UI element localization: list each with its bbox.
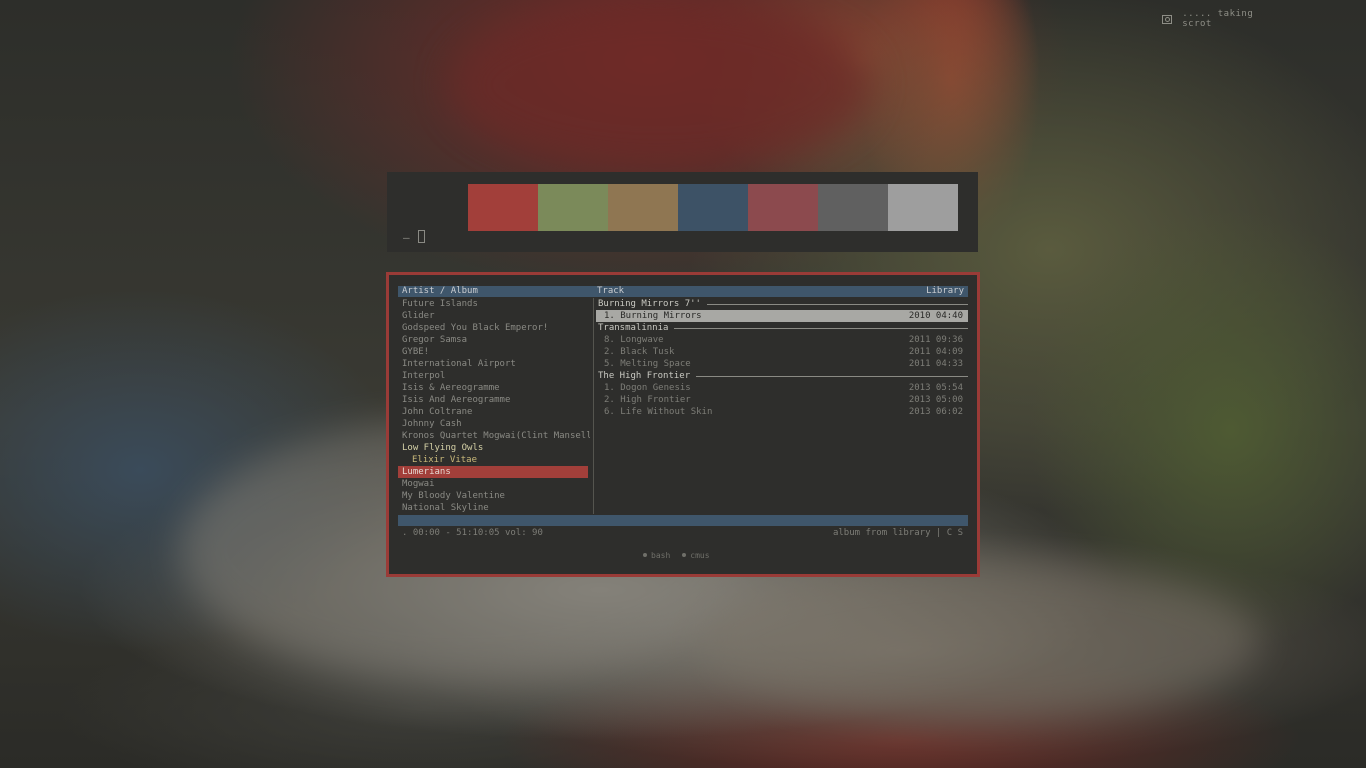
album-rule <box>707 304 968 305</box>
track-meta: 2011 04:33 <box>908 359 963 369</box>
camera-icon <box>1162 14 1173 24</box>
color-swatch <box>538 184 608 231</box>
artist-item[interactable]: Lumerians <box>398 466 588 478</box>
album-rule <box>674 328 968 329</box>
tmux-tab[interactable]: bash <box>643 551 670 560</box>
cursor-icon <box>417 230 425 243</box>
track-row[interactable]: 8. Longwave 2011 09:36 <box>596 334 968 346</box>
tab-label: bash <box>651 551 671 560</box>
album-title: Burning Mirrors 7'' <box>598 299 701 309</box>
album-header: Burning Mirrors 7'' <box>596 298 968 310</box>
artist-item[interactable]: Johnny Cash <box>398 418 590 430</box>
artist-item[interactable]: Isis & Aereogramme <box>398 382 590 394</box>
pane-divider <box>593 298 594 514</box>
tab-label: cmus <box>690 551 710 560</box>
artist-item[interactable]: National Skyline <box>398 502 590 514</box>
track-title: 1. Dogon Genesis <box>604 383 691 393</box>
artist-item[interactable]: Mogwai <box>398 478 590 490</box>
track-row[interactable]: 1. Burning Mirrors 2010 04:40 <box>596 310 968 322</box>
track-meta: 2011 04:09 <box>908 347 963 357</box>
track-row[interactable]: 2. High Frontier 2013 05:00 <box>596 394 968 406</box>
track-meta: 2013 06:02 <box>908 407 963 417</box>
color-swatch <box>468 184 538 231</box>
track-row[interactable]: 2. Black Tusk 2011 04:09 <box>596 346 968 358</box>
artist-item[interactable]: GYBE! <box>398 346 590 358</box>
artist-item[interactable]: International Airport <box>398 358 590 370</box>
wallpaper-blur-shape <box>450 0 870 170</box>
notification-text: ..... taking scrot <box>1182 9 1254 29</box>
album-rule <box>696 376 968 377</box>
artist-item[interactable]: Gregor Samsa <box>398 334 590 346</box>
album-header: Transmalinnia <box>596 322 968 334</box>
wallpaper-blur-shape <box>700 560 1260 720</box>
artist-item[interactable]: Glider <box>398 310 590 322</box>
track-row[interactable]: 6. Life Without Skin 2013 06:02 <box>596 406 968 418</box>
artist-item[interactable]: Low Flying Owls <box>398 442 590 454</box>
artist-item[interactable]: John Coltrane <box>398 406 590 418</box>
album-title: Transmalinnia <box>598 323 669 333</box>
color-swatch <box>888 184 958 231</box>
terminal-color-palette: — <box>387 172 978 252</box>
album-title: The High Frontier <box>598 371 691 381</box>
dot-icon <box>643 553 647 557</box>
prompt-text: — <box>403 231 410 244</box>
color-swatch <box>678 184 748 231</box>
track-title: 8. Longwave <box>604 335 664 345</box>
artist-album-header: Artist / Album <box>402 286 478 296</box>
color-swatch <box>818 184 888 231</box>
artist-item[interactable]: Kronos Quartet Mogwai(Clint Mansell <box>398 430 590 442</box>
track-title: 1. Burning Mirrors <box>604 311 702 321</box>
track-title: 5. Melting Space <box>604 359 691 369</box>
track-meta: 2013 05:54 <box>908 383 963 393</box>
dot-icon <box>682 553 687 557</box>
playback-status: . 00:00 - 51:10:05 vol: 90 <box>402 528 543 538</box>
tmux-tabs: bash cmus <box>643 551 710 560</box>
shell-prompt[interactable]: — <box>403 230 425 244</box>
color-swatches <box>468 184 958 231</box>
artist-item[interactable]: Interpol <box>398 370 590 382</box>
column-header-bar: Artist / Album Track Library <box>398 286 968 297</box>
screenshot-notification: ..... taking scrot <box>1162 9 1280 29</box>
track-title: 2. Black Tusk <box>604 347 675 357</box>
artist-item[interactable]: Isis And Aereogramme <box>398 394 590 406</box>
track-header: Track <box>597 286 625 296</box>
track-meta: 2011 09:36 <box>908 335 963 345</box>
album-header: The High Frontier <box>596 370 968 382</box>
track-row[interactable]: 5. Melting Space 2011 04:33 <box>596 358 968 370</box>
artist-item[interactable]: Godspeed You Black Emperor! <box>398 322 590 334</box>
track-list[interactable]: Burning Mirrors 7'' 1. Burning Mirrors 201… <box>596 298 968 418</box>
album-item[interactable]: Elixir Vitae <box>398 454 590 466</box>
mode-status: album from library | C S <box>832 528 963 538</box>
cmus-window[interactable]: Artist / Album Track Library Future Isla… <box>386 272 980 577</box>
track-meta: 2010 04:40 <box>908 311 963 321</box>
status-line: . 00:00 - 51:10:05 vol: 90 album from li… <box>398 527 968 539</box>
track-title: 6. Life Without Skin <box>604 407 713 417</box>
artist-item[interactable]: My Bloody Valentine <box>398 490 590 502</box>
color-swatch <box>748 184 818 231</box>
artist-item[interactable]: Future Islands <box>398 298 590 310</box>
artist-list[interactable]: Future Islands Glider Godspeed You Black E… <box>398 298 590 514</box>
tmux-tab[interactable]: cmus <box>682 551 710 560</box>
view-name: Library <box>926 286 964 296</box>
track-row[interactable]: 1. Dogon Genesis 2013 05:54 <box>596 382 968 394</box>
color-swatch <box>608 184 678 231</box>
track-meta: 2013 05:00 <box>908 395 963 405</box>
status-bar <box>398 515 968 526</box>
track-title: 2. High Frontier <box>604 395 691 405</box>
